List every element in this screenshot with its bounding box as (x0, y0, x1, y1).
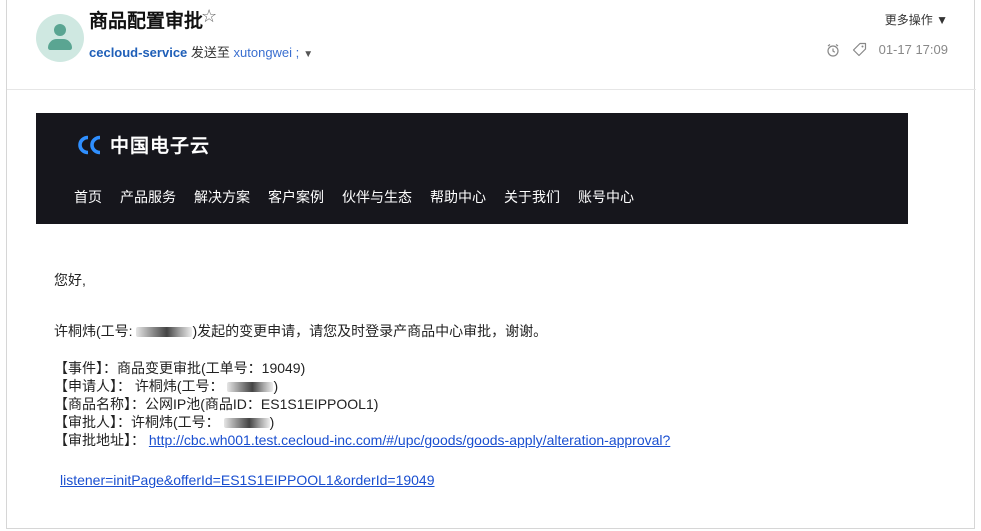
brand-nav: 首页 产品服务 解决方案 客户案例 伙伴与生态 帮助中心 关于我们 账号中心 (74, 187, 634, 207)
brand-banner: 中国电子云 首页 产品服务 解决方案 客户案例 伙伴与生态 帮助中心 关于我们 … (36, 113, 908, 224)
approval-link-continued[interactable]: listener=initPage&offerId=ES1S1EIPPOOL1&… (60, 472, 435, 488)
brand-name: 中国电子云 (110, 136, 211, 157)
nav-item-solutions[interactable]: 解决方案 (194, 187, 250, 207)
nav-item-help[interactable]: 帮助中心 (430, 187, 486, 207)
cecloud-logo-icon (78, 135, 101, 154)
alarm-clock-icon[interactable] (826, 43, 840, 57)
product-field: 【商品名称】：公网IP池(商品ID：ES1S1EIPPOOL1) (54, 396, 379, 412)
request-fields: 【事件】：商品变更审批(工单号：19049) 【申请人】： 许桐炜(工号： ) … (54, 359, 670, 449)
nav-item-products[interactable]: 产品服务 (120, 187, 176, 207)
email-subject: 商品配置审批 (89, 11, 204, 32)
redacted-employee-id (136, 327, 193, 338)
recipient-separator: ; (292, 45, 300, 60)
chevron-down-icon[interactable]: ▼ (303, 49, 313, 60)
applicant-prefix: 【申请人】： 许桐炜(工号： (54, 378, 224, 394)
approval-link[interactable]: http://cbc.wh001.test.cecloud-inc.com/#/… (149, 432, 670, 448)
tag-icon[interactable] (852, 42, 867, 57)
event-field: 【事件】：商品变更审批(工单号：19049) (54, 360, 306, 376)
approver-suffix: ) (269, 414, 275, 430)
applicant-suffix: ) (273, 378, 279, 394)
brand-logo: 中国电子云 (74, 131, 210, 158)
email-meta: 01-17 17:09 (826, 42, 948, 57)
nav-item-account[interactable]: 账号中心 (578, 187, 634, 207)
intro-suffix: )发起的变更申请，请您及时登录产商品中心审批，谢谢。 (192, 323, 548, 339)
intro-prefix: 许桐炜(工号: (54, 323, 133, 339)
sender-line: cecloud-service 发送至 xutongwei ; ▼ (89, 42, 313, 61)
avatar-body-shape (48, 39, 72, 50)
email-header: 商品配置审批 ☆ cecloud-service 发送至 xutongwei ;… (7, 0, 976, 90)
nav-item-about[interactable]: 关于我们 (504, 187, 560, 207)
avatar[interactable] (36, 14, 84, 62)
avatar-head-shape (54, 24, 66, 36)
star-icon[interactable]: ☆ (201, 6, 217, 27)
sent-to-label: 发送至 (187, 45, 234, 60)
email-view: 商品配置审批 ☆ cecloud-service 发送至 xutongwei ;… (6, 0, 976, 529)
email-datetime: 01-17 17:09 (878, 42, 948, 57)
nav-item-partners[interactable]: 伙伴与生态 (342, 187, 412, 207)
nav-item-home[interactable]: 首页 (74, 187, 102, 207)
approval-address-field: 【审批地址】： http://cbc.wh001.test.cecloud-in… (54, 431, 670, 449)
recipient-name[interactable]: xutongwei (234, 45, 293, 60)
intro-paragraph: 许桐炜(工号: )发起的变更申请，请您及时登录产商品中心审批，谢谢。 (54, 321, 547, 341)
sender-name[interactable]: cecloud-service (89, 45, 187, 60)
greeting: 您好, (54, 272, 86, 288)
more-actions-button[interactable]: 更多操作 ▼ (885, 11, 948, 28)
applicant-field: 【申请人】： 许桐炜(工号： ) (54, 377, 670, 395)
approval-address-label: 【审批地址】： (54, 432, 145, 448)
approver-prefix: 【审批人】：许桐炜(工号： (54, 414, 220, 430)
redacted-employee-id (223, 418, 270, 429)
nav-item-cases[interactable]: 客户案例 (268, 187, 324, 207)
redacted-employee-id (227, 382, 274, 393)
approver-field: 【审批人】：许桐炜(工号： ) (54, 413, 670, 431)
